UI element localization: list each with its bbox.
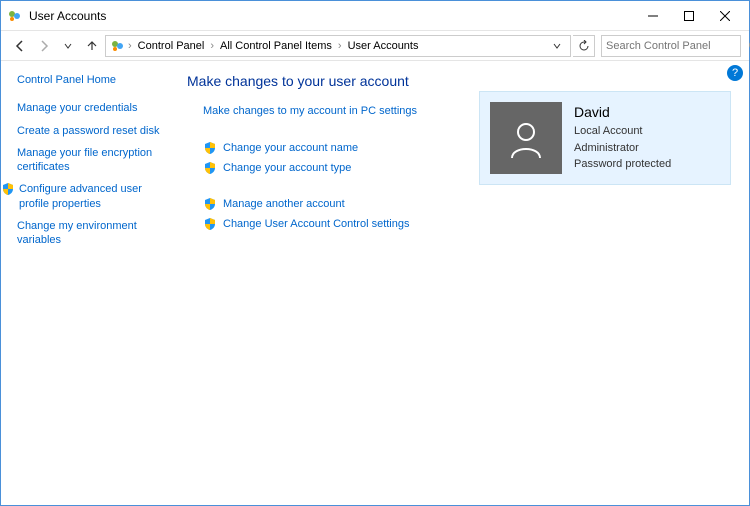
up-button[interactable] (81, 35, 103, 57)
crumb-user-accounts[interactable]: User Accounts (344, 40, 423, 52)
link-change-name[interactable]: Change your account name (223, 142, 358, 154)
account-password-status: Password protected (574, 156, 671, 173)
sidebar-link-profile-properties[interactable]: Configure advanced user profile properti… (19, 182, 169, 211)
help-button[interactable]: ? (727, 65, 743, 81)
shield-icon (203, 141, 217, 155)
avatar (490, 102, 562, 174)
address-dropdown[interactable] (548, 41, 566, 51)
chevron-right-icon: › (128, 40, 132, 52)
chevron-right-icon: › (338, 40, 342, 52)
account-info: David Local Account Administrator Passwo… (574, 102, 671, 174)
link-change-uac[interactable]: Change User Account Control settings (223, 218, 410, 230)
shield-icon (1, 182, 15, 196)
sidebar: Control Panel Home Manage your credentia… (17, 73, 177, 505)
search-box[interactable] (601, 35, 741, 57)
close-button[interactable] (707, 4, 743, 28)
window-title: User Accounts (29, 9, 635, 23)
sidebar-link-env-vars[interactable]: Change my environment variables (17, 219, 169, 248)
account-role: Administrator (574, 140, 671, 157)
maximize-button[interactable] (671, 4, 707, 28)
sidebar-link-encryption[interactable]: Manage your file encryption certificates (17, 146, 169, 175)
shield-icon (203, 197, 217, 211)
crumb-all-items[interactable]: All Control Panel Items (216, 40, 336, 52)
chevron-right-icon: › (210, 40, 214, 52)
shield-icon (203, 161, 217, 175)
shield-icon (203, 217, 217, 231)
recent-dropdown[interactable] (57, 35, 79, 57)
minimize-button[interactable] (635, 4, 671, 28)
link-manage-another[interactable]: Manage another account (223, 198, 345, 210)
link-change-type[interactable]: Change your account type (223, 162, 351, 174)
content-area: ? Control Panel Home Manage your credent… (1, 61, 749, 505)
refresh-button[interactable] (573, 35, 595, 57)
account-type: Local Account (574, 123, 671, 140)
sidebar-link-password-reset[interactable]: Create a password reset disk (17, 124, 169, 138)
search-input[interactable] (606, 40, 748, 52)
crumb-control-panel[interactable]: Control Panel (134, 40, 209, 52)
account-name: David (574, 102, 671, 123)
nav-bar: › Control Panel › All Control Panel Item… (1, 31, 749, 61)
back-button[interactable] (9, 35, 31, 57)
titlebar: User Accounts (1, 1, 749, 31)
forward-button[interactable] (33, 35, 55, 57)
account-card: David Local Account Administrator Passwo… (479, 91, 731, 185)
app-icon (7, 8, 23, 24)
address-bar[interactable]: › Control Panel › All Control Panel Item… (105, 35, 571, 57)
control-panel-home-link[interactable]: Control Panel Home (17, 73, 169, 87)
page-heading: Make changes to your user account (187, 73, 733, 89)
sidebar-link-credentials[interactable]: Manage your credentials (17, 101, 169, 115)
control-panel-icon (110, 38, 126, 54)
